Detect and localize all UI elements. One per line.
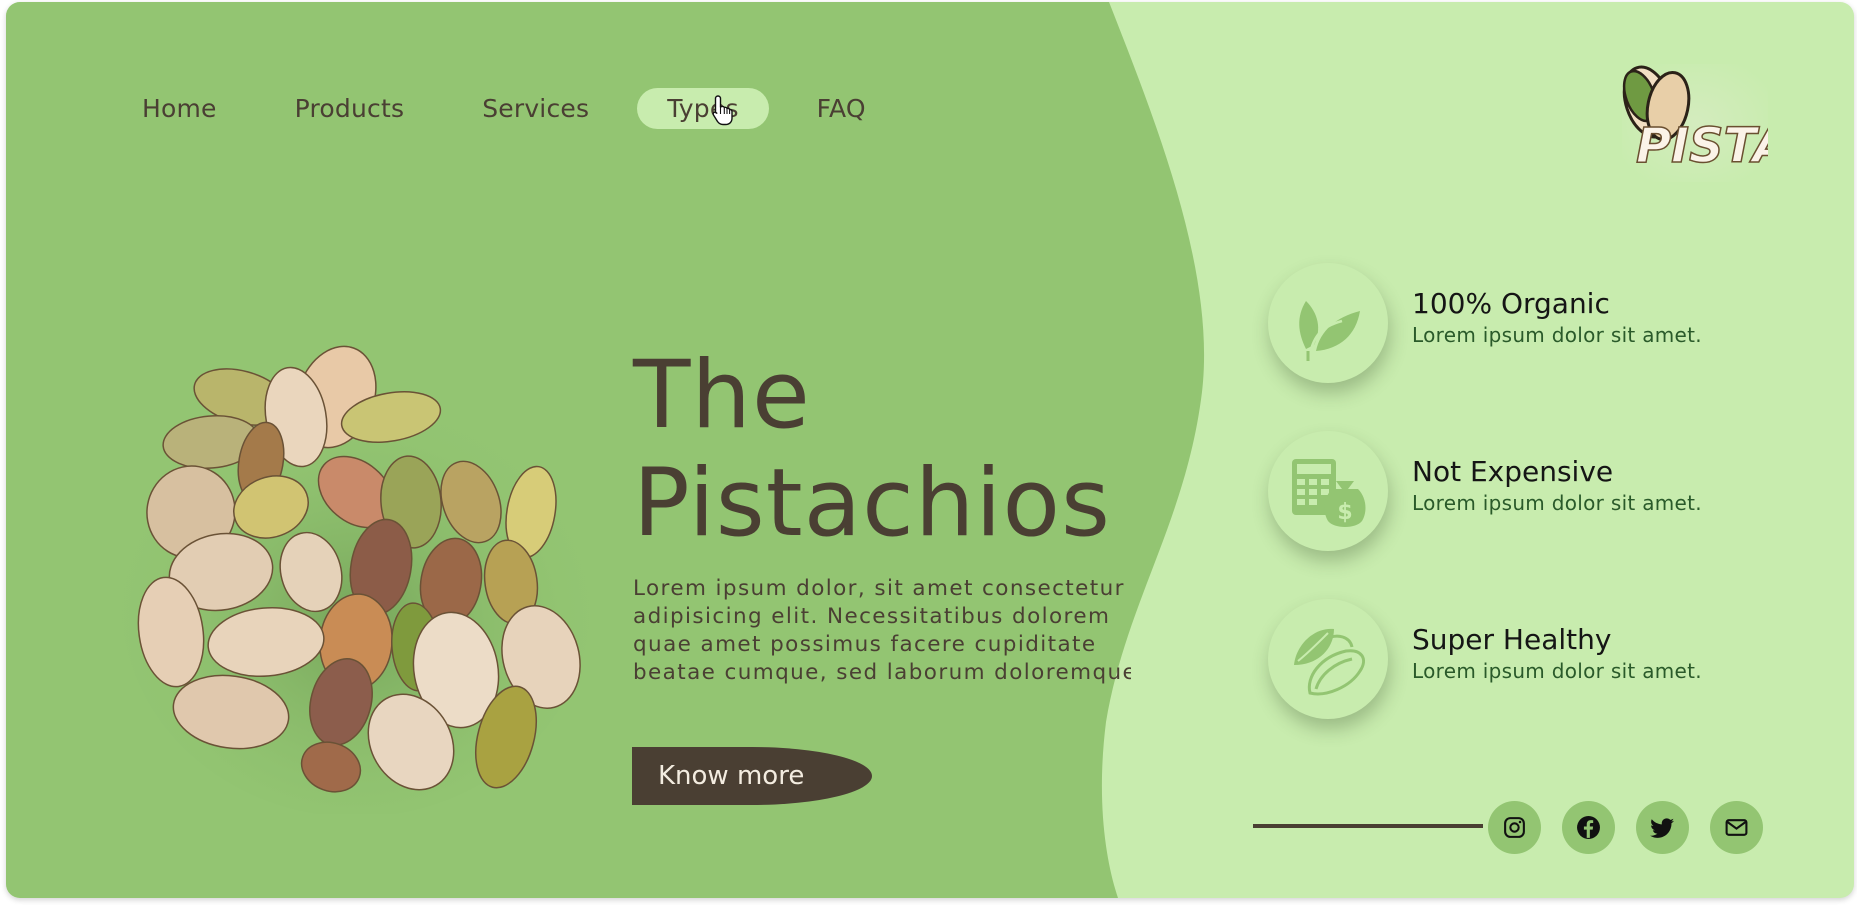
facebook-button[interactable] [1562,801,1615,854]
leaf-icon [1299,301,1360,361]
hero-title-line-2: Pistachios [633,449,1112,558]
feature-organic-badge [1268,263,1388,383]
pistachio-pile-image [121,345,591,814]
pistachio-logo-icon: PISTA [1622,64,1791,182]
landing-page: Home Products Services Types FAQ PISTA [6,2,1854,898]
hero-description: Lorem ipsum dolor, sit amet consectetur … [633,576,1131,685]
feature-organic-subtitle: Lorem ipsum dolor sit amet. [1412,323,1702,347]
feature-super-healthy: Super Healthy Lorem ipsum dolor sit amet… [1268,599,1718,721]
feature-not-expensive: $ Not Expensive Lorem ipsum dolor sit am… [1268,431,1718,553]
email-icon [1725,819,1748,836]
hero-title-line-1: The [633,341,811,450]
twitter-icon [1650,818,1674,838]
hero-description-container: Lorem ipsum dolor, sit amet consectetur … [633,575,1131,695]
feature-not-expensive-subtitle: Lorem ipsum dolor sit amet. [1412,491,1702,515]
nav-types[interactable]: Types [637,87,769,129]
hero-title: The Pistachios [633,342,1111,558]
instagram-icon [1504,817,1525,838]
pistachio-icon [1294,628,1365,696]
feature-not-expensive-badge: $ [1268,431,1388,551]
email-button[interactable] [1710,801,1763,854]
hand-cursor-icon [712,95,733,126]
main-nav: Home Products Services Types FAQ [110,85,914,131]
facebook-icon [1577,816,1600,839]
logo-text: PISTA [1636,118,1768,174]
feature-super-healthy-subtitle: Lorem ipsum dolor sit amet. [1412,659,1702,683]
svg-text:$: $ [1337,500,1352,525]
feature-super-healthy-title: Super Healthy [1412,623,1612,656]
twitter-button[interactable] [1636,801,1689,854]
calculator-money-icon: $ [1292,459,1366,527]
nav-services[interactable]: Services [452,88,619,129]
feature-not-expensive-title: Not Expensive [1412,455,1614,488]
nav-home[interactable]: Home [110,88,247,129]
feature-organic-title: 100% Organic [1412,287,1610,320]
pista-logo[interactable]: PISTA [1610,54,1791,182]
know-more-button[interactable]: Know more [632,747,872,805]
social-divider [1253,824,1483,828]
feature-super-healthy-badge [1268,599,1388,719]
instagram-button[interactable] [1488,801,1541,854]
nav-products[interactable]: Products [265,88,435,129]
feature-organic: 100% Organic Lorem ipsum dolor sit amet. [1268,263,1718,385]
nav-faq[interactable]: FAQ [787,88,896,129]
